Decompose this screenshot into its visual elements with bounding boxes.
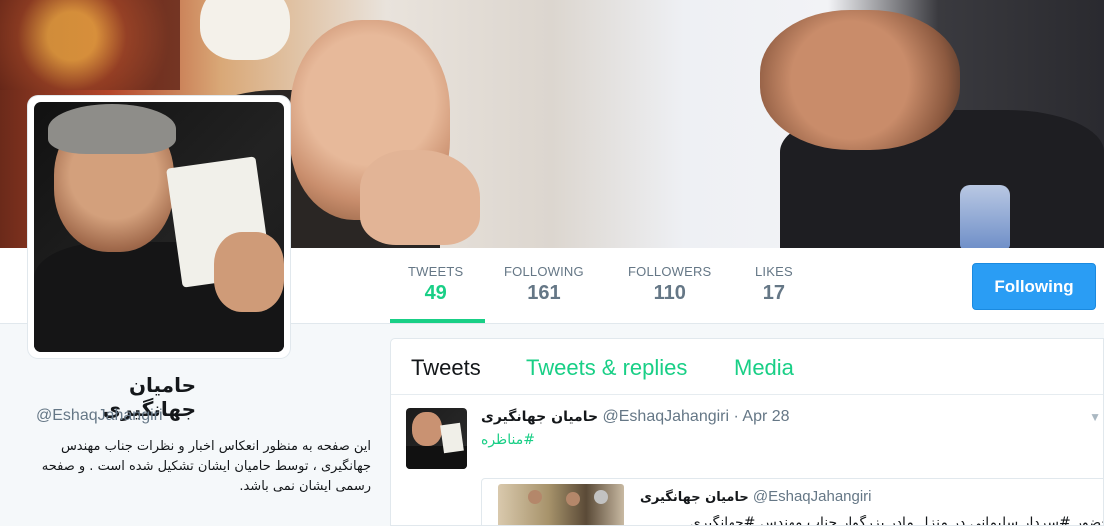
quoted-image-shape (594, 490, 608, 504)
tweet-header: حامیان جهانگیری @EshaqJahangiri · Apr 28 (481, 408, 790, 426)
chevron-down-icon[interactable]: ▼ (1089, 410, 1101, 424)
avatar-shape (48, 104, 176, 154)
stat-tweets[interactable]: TWEETS 49 (408, 264, 463, 305)
banner-shape (200, 0, 290, 60)
stat-value: 49 (424, 282, 447, 304)
tweet-author-name[interactable]: حامیان جهانگیری (481, 409, 598, 425)
quoted-tweet-header: حامیان جهانگیری @EshaqJahangiri (640, 488, 872, 505)
timeline-tabs: Tweets Tweets & replies Media (391, 339, 1103, 395)
quoted-tweet-image (498, 484, 624, 525)
water-bottle (960, 185, 1010, 248)
banner-shape (760, 10, 960, 150)
stat-label: LIKES (755, 264, 793, 279)
stat-label: FOLLOWING (504, 264, 584, 279)
stat-label: TWEETS (408, 264, 464, 279)
tweet-separator: · (733, 408, 739, 425)
tweet-avatar-shape (412, 412, 442, 446)
tweet-avatar[interactable] (406, 408, 467, 469)
following-button[interactable]: Following (972, 263, 1096, 310)
tweet-avatar-shape (440, 422, 464, 454)
banner-shape (360, 150, 480, 245)
avatar-shape (214, 232, 284, 312)
stat-followers[interactable]: FOLLOWERS 110 (628, 264, 711, 305)
timeline: Tweets Tweets & replies Media حامیان جها… (390, 338, 1104, 526)
stat-following[interactable]: FOLLOWING 161 (504, 264, 584, 305)
tab-tweets-replies[interactable]: Tweets & replies (526, 355, 687, 381)
tweet-hashtag[interactable]: #مناظره (481, 432, 535, 448)
quoted-tweet-text: حضور #سردار سلیمانی در منزل مادر بزرگوار… (689, 515, 1104, 526)
tweet-item[interactable]: حامیان جهانگیری @EshaqJahangiri · Apr 28… (391, 396, 1104, 526)
stat-value: 17 (762, 282, 786, 304)
quoted-author-name: حامیان جهانگیری (640, 490, 749, 505)
quoted-image-shape (566, 492, 580, 506)
stat-label: FOLLOWERS (628, 264, 712, 279)
stat-value: 161 (527, 282, 561, 304)
tweet-author-handle[interactable]: @EshaqJahangiri (603, 408, 730, 425)
profile-avatar[interactable] (28, 96, 290, 358)
avatar-image (34, 102, 284, 352)
stat-likes[interactable]: LIKES 17 (755, 264, 793, 305)
profile-bio: این صفحه به منظور انعکاس اخبار و نظرات ج… (41, 439, 371, 494)
profile-handle[interactable]: @EshaqJahangiri (36, 407, 163, 425)
tab-tweets[interactable]: Tweets (411, 355, 481, 381)
active-stat-indicator (390, 319, 485, 323)
quoted-image-shape (528, 490, 542, 504)
quoted-author-handle: @EshaqJahangiri (752, 488, 872, 505)
quoted-tweet[interactable]: حامیان جهانگیری @EshaqJahangiri حضور #سر… (481, 478, 1104, 526)
stat-value: 110 (653, 282, 686, 304)
banner-shape (0, 0, 180, 90)
tweet-date[interactable]: Apr 28 (742, 408, 789, 425)
tab-media[interactable]: Media (734, 355, 794, 381)
